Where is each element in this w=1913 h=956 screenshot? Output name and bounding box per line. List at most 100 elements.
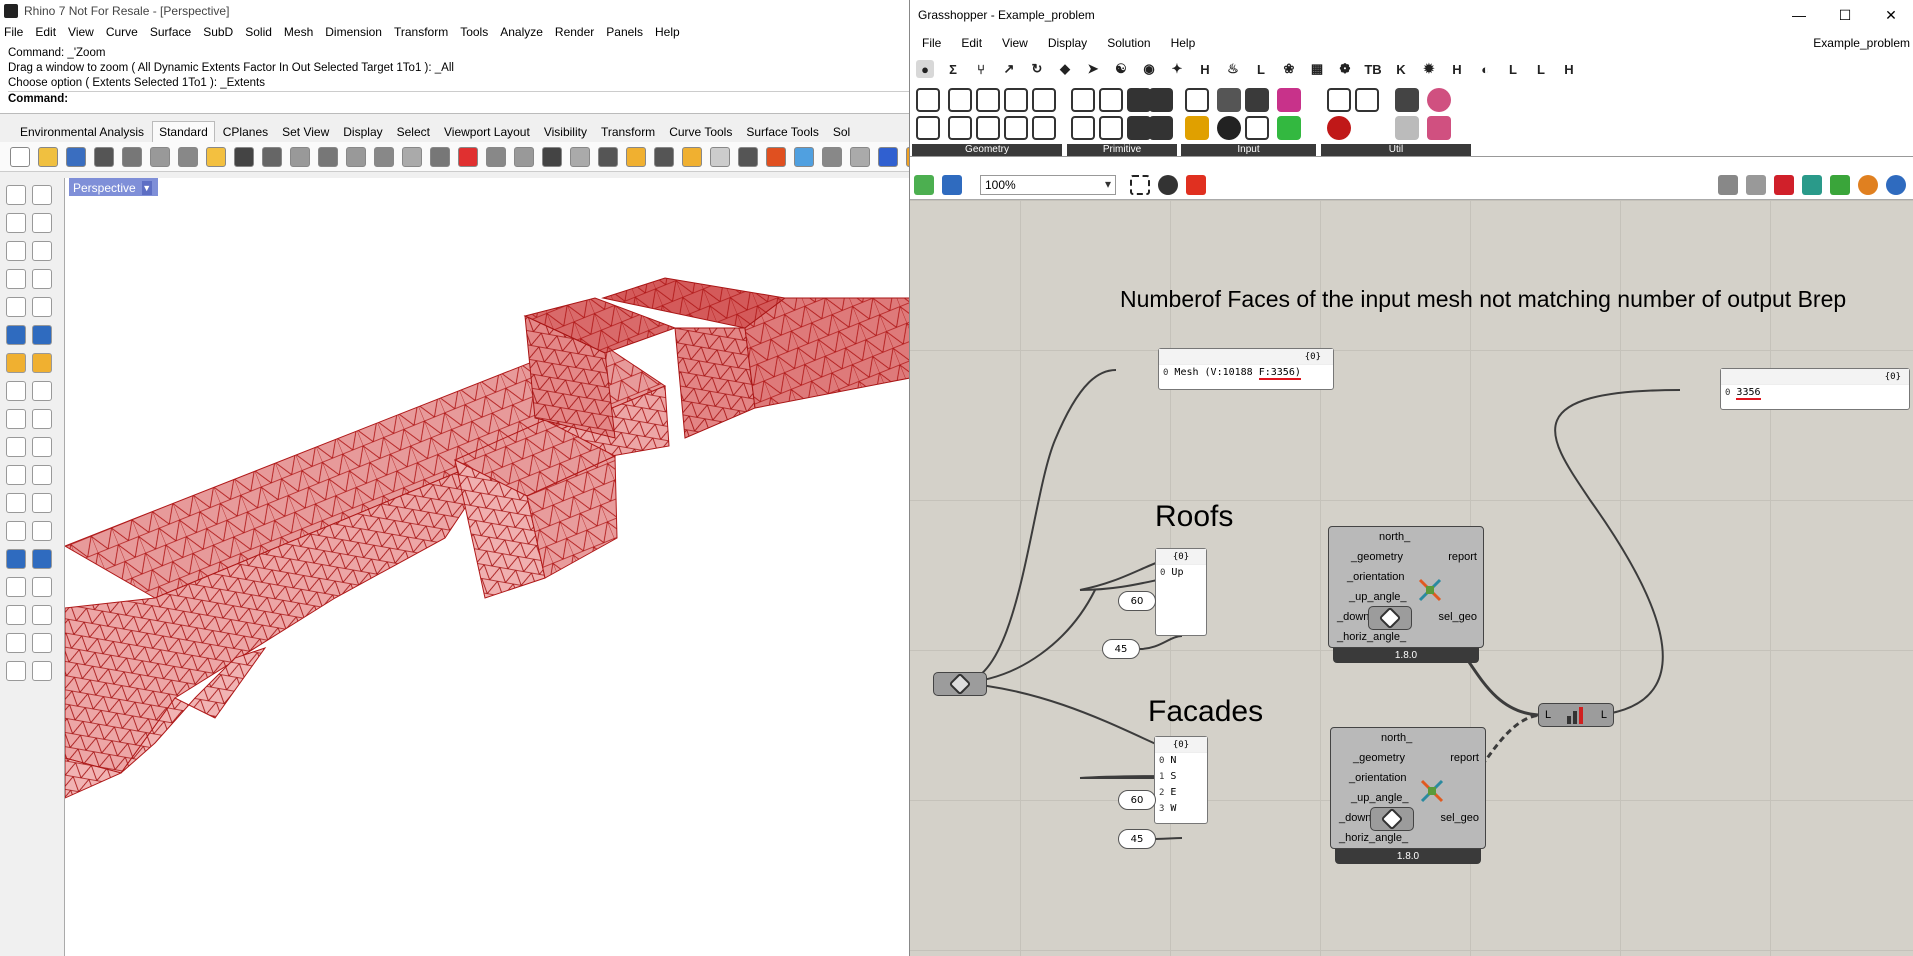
rhino-menu-item[interactable]: Edit [35,25,56,39]
toolbar-tool-icon[interactable] [206,146,226,167]
left-tool-icon[interactable] [6,493,26,513]
zoom-extents-icon[interactable] [1130,174,1150,195]
palette-label-geometry[interactable]: Geometry [912,144,1062,156]
gh-tab-icon[interactable]: ▦ [1308,60,1326,78]
output-report[interactable]: report [1448,551,1477,563]
gh-tab-icon[interactable]: ⑂ [972,60,990,78]
toolbar-tool-icon[interactable] [290,146,310,167]
facades-horiz-angle-value[interactable]: 45 [1118,829,1156,849]
gh-tab-icon[interactable]: H [1560,60,1578,78]
toolbar-tab[interactable]: Viewport Layout [438,122,536,142]
rhino-menu-item[interactable]: Solid [245,25,272,39]
toolbar-tab[interactable]: Sol [827,122,856,142]
left-tool-icon[interactable] [6,577,26,597]
toolbar-tab[interactable]: Curve Tools [663,122,738,142]
left-tool-icon[interactable] [6,437,26,457]
left-tool-icon[interactable] [32,549,52,569]
palette-label-util[interactable]: Util [1321,144,1471,156]
toolbar-tool-icon[interactable] [682,146,702,167]
mesh-info-panel[interactable]: {0} 0 Mesh (V:10188 F:3356) [1158,348,1334,390]
toolbar-tool-icon[interactable] [738,146,758,167]
facades-brep-param[interactable] [1370,807,1414,831]
toolbar-tab[interactable]: Environmental Analysis [14,122,150,142]
left-tool-icon[interactable] [6,213,26,233]
brep-count-panel[interactable]: {0} 0 3356 [1720,368,1910,410]
toolbar-tool-icon[interactable] [430,146,450,167]
palette-label-input[interactable]: Input [1181,144,1316,156]
gh-canvas[interactable]: Numberof Faces of the input mesh not mat… [910,200,1913,956]
toolbar-tool-icon[interactable] [318,146,338,167]
gh-tab-icon[interactable]: ↻ [1028,60,1046,78]
left-tool-icon[interactable] [6,605,26,625]
rhino-menu-item[interactable]: Panels [606,25,643,39]
roofs-horiz-angle-value[interactable]: 45 [1102,639,1140,659]
left-tool-icon[interactable] [6,241,26,261]
left-tool-icon[interactable] [6,549,26,569]
left-tool-icon[interactable] [6,297,26,317]
gh-menu-item[interactable]: Solution [1107,36,1150,50]
point-param-icon[interactable] [916,88,940,112]
roofs-brep-param[interactable] [1368,606,1412,630]
value-list-icon[interactable] [1245,88,1269,112]
rhino-menu-item[interactable]: Help [655,25,680,39]
preview-wireframe-icon[interactable] [1718,174,1738,195]
toolbar-tab[interactable]: Visibility [538,122,593,142]
input-orientation[interactable]: _orientation [1349,772,1407,784]
toolbar-tool-icon[interactable] [598,146,618,167]
left-tool-icon[interactable] [6,521,26,541]
gh-tab-icon[interactable]: ↗ [1000,60,1018,78]
input-geometry[interactable]: _geometry [1353,752,1405,764]
gh-menu-item[interactable]: Edit [961,36,982,50]
brep-param-icon[interactable] [1032,88,1056,112]
document-preview-icon[interactable] [1830,174,1850,195]
rhino-menu-item[interactable]: Render [555,25,594,39]
graph-mapper-icon[interactable] [1185,116,1209,140]
gh-tab-icon[interactable]: TB [1364,60,1382,78]
left-tool-icon[interactable] [32,185,52,205]
gh-tab-icon[interactable]: Σ [944,60,962,78]
import-icon[interactable] [1185,88,1209,112]
toolbar-tool-icon[interactable] [626,146,646,167]
toolbar-tool-icon[interactable] [850,146,870,167]
gh-menu-item[interactable]: File [922,36,941,50]
gh-tab-icon[interactable]: ☯ [1112,60,1130,78]
left-tool-icon[interactable] [32,437,52,457]
gh-tab-icon[interactable]: ❀ [1280,60,1298,78]
jump-icon[interactable] [1327,88,1351,112]
facades-up-angle-value[interactable]: 60 [1118,790,1156,810]
rhino-menu-item[interactable]: Dimension [325,25,382,39]
toolbar-tool-icon[interactable] [794,146,814,167]
label-roofs[interactable]: Roofs [1155,500,1233,534]
left-tool-icon[interactable] [32,409,52,429]
open-file-icon[interactable] [914,174,934,195]
left-tool-icon[interactable] [32,241,52,261]
toolbar-tool-icon[interactable] [178,146,198,167]
label-facades[interactable]: Facades [1148,695,1263,729]
roofs-orientation-panel[interactable]: {0} 0 Up [1155,548,1207,636]
toolbar-tool-icon[interactable] [654,146,674,167]
left-tool-icon[interactable] [6,633,26,653]
gh-tab-icon[interactable]: L [1504,60,1522,78]
toolbar-tool-icon[interactable] [766,146,786,167]
circle-param-icon[interactable] [948,88,972,112]
gh-menu-item[interactable]: Display [1048,36,1087,50]
rhino-menu-item[interactable]: Analyze [500,25,543,39]
gh-tab-icon[interactable]: L [1252,60,1270,78]
rhino-menu-item[interactable]: View [68,25,94,39]
curve-param-icon[interactable] [976,88,1000,112]
input-horiz-angle[interactable]: _horiz_angle_ [1337,631,1406,643]
box-param-icon[interactable] [1071,88,1095,112]
left-tool-icon[interactable] [32,605,52,625]
toolbar-tool-icon[interactable] [878,146,898,167]
toolbar-tool-icon[interactable] [94,146,114,167]
gh-tab-icon[interactable]: K [1392,60,1410,78]
gh-menu-item[interactable]: Help [1171,36,1196,50]
input-up-angle[interactable]: _up_angle_ [1351,792,1409,804]
toolbar-tab[interactable]: Set View [276,122,335,142]
toolbar-tool-icon[interactable] [570,146,590,167]
output-sel-geo[interactable]: sel_geo [1440,812,1479,824]
gh-tab-icon[interactable]: ❁ [1336,60,1354,78]
left-tool-icon[interactable] [6,325,26,345]
left-tool-icon[interactable] [32,269,52,289]
left-tool-icon[interactable] [6,409,26,429]
